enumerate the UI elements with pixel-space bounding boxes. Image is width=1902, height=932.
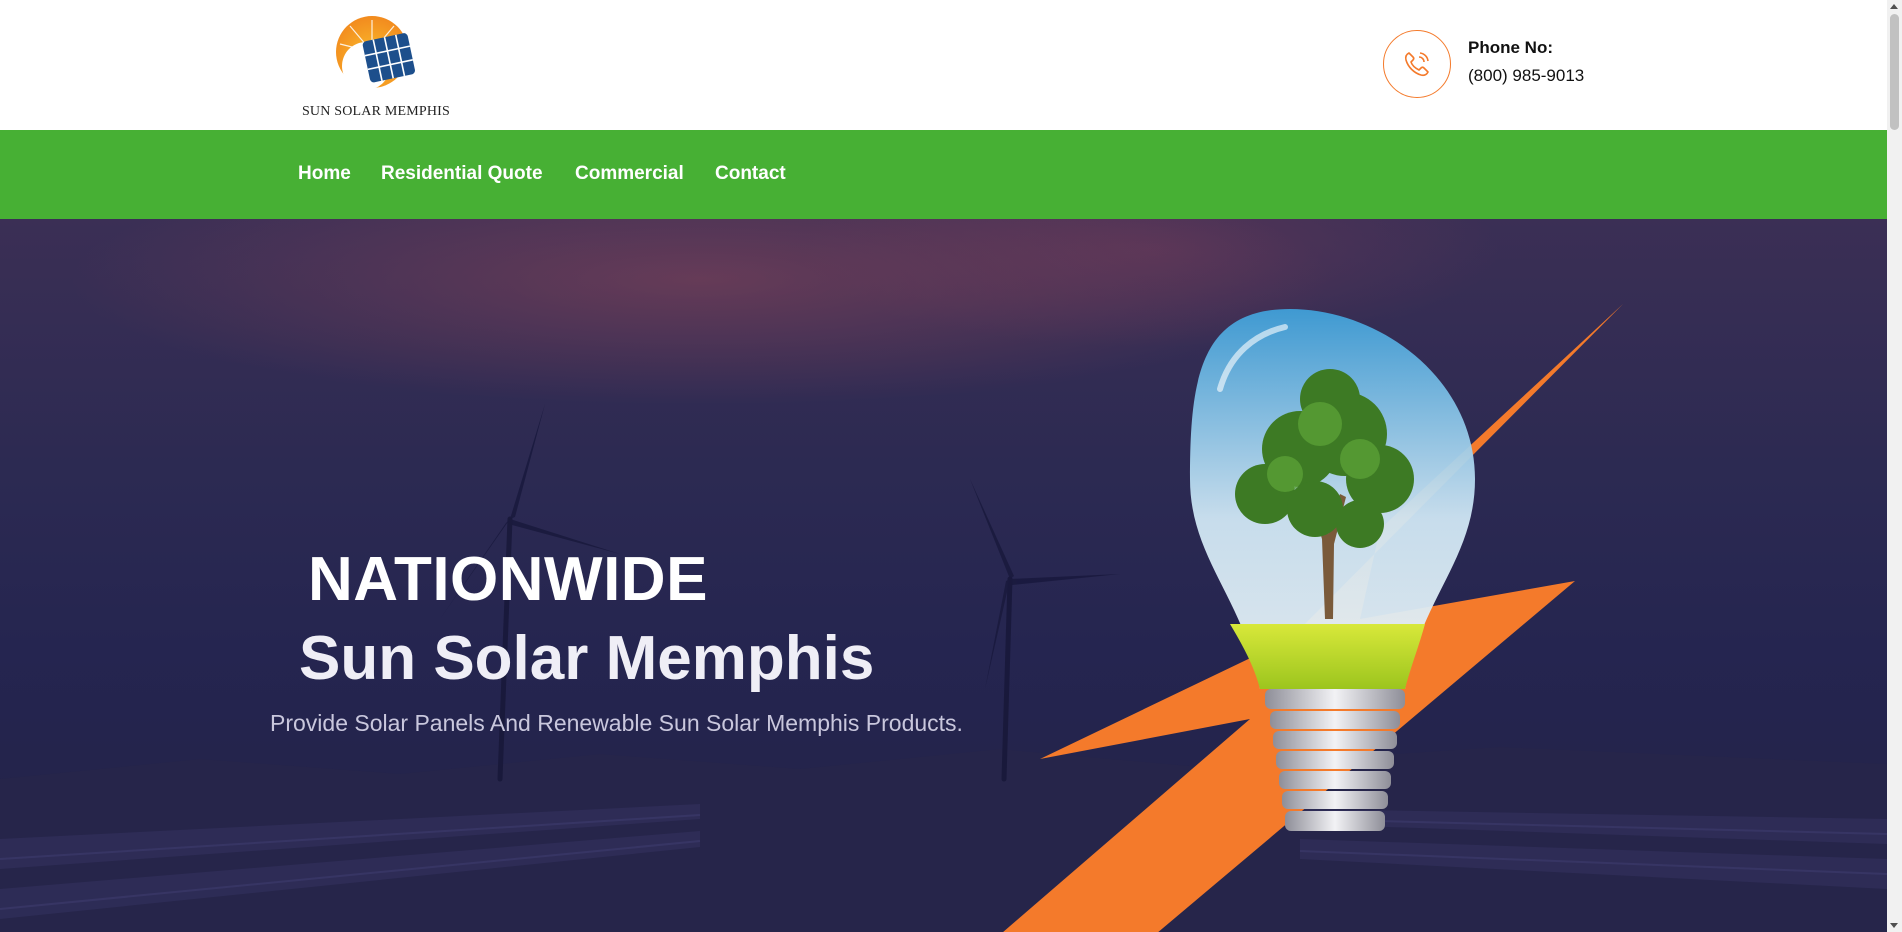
lightbulb-tree-illustration bbox=[1003, 304, 1623, 932]
hero-title-nationwide: NATIONWIDE bbox=[308, 545, 708, 614]
nav-item-residential-quote[interactable]: Residential Quote bbox=[381, 163, 543, 185]
hero-title-brand: Sun Solar Memphis bbox=[299, 624, 875, 693]
phone-icon bbox=[1404, 52, 1429, 77]
page-scrollbar[interactable] bbox=[1887, 0, 1902, 932]
main-nav: Home Residential Quote Commercial Contac… bbox=[0, 130, 1887, 219]
hero-section: NATIONWIDE Sun Solar Memphis Provide Sol… bbox=[0, 219, 1887, 932]
hero-subtitle: Provide Solar Panels And Renewable Sun S… bbox=[270, 710, 963, 736]
nav-item-contact[interactable]: Contact bbox=[715, 163, 786, 185]
sun-solar-panel-logo-icon bbox=[336, 16, 415, 90]
scroll-up-arrow-icon[interactable] bbox=[1890, 4, 1898, 9]
site-logo[interactable]: SUN SOLAR MEMPHIS bbox=[300, 14, 452, 124]
phone-number[interactable]: (800) 985-9013 bbox=[1468, 66, 1584, 86]
nav-item-home[interactable]: Home bbox=[298, 163, 351, 185]
scroll-down-arrow-icon[interactable] bbox=[1890, 923, 1898, 928]
phone-icon-circle[interactable] bbox=[1383, 30, 1451, 98]
nav-item-commercial[interactable]: Commercial bbox=[575, 163, 684, 185]
phone-label: Phone No: bbox=[1468, 38, 1553, 57]
site-header: SUN SOLAR MEMPHIS Phone No: (800) 985-90… bbox=[0, 0, 1887, 130]
logo-text: SUN SOLAR MEMPHIS bbox=[301, 104, 451, 119]
scroll-thumb[interactable] bbox=[1890, 14, 1899, 130]
